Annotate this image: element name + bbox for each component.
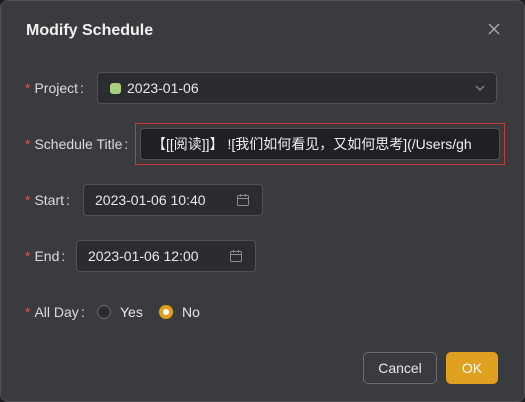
project-value: 2023-01-06 (127, 80, 199, 96)
required-mark: * (25, 136, 31, 152)
end-row: * End: 2023-01-06 12:00 (1, 240, 524, 272)
project-color-dot (110, 82, 121, 94)
all-day-yes-label: Yes (120, 304, 143, 320)
start-row: * Start: 2023-01-06 10:40 (1, 184, 524, 216)
schedule-title-label: * Schedule Title: (25, 136, 129, 152)
start-value: 2023-01-06 10:40 (95, 192, 206, 208)
schedule-title-highlight: 【[[阅读]]】 ![我们如何看见，又如何思考](/Users/gh (135, 123, 505, 165)
schedule-title-value: 【[[阅读]]】 ![我们如何看见，又如何思考](/Users/gh (152, 136, 472, 152)
modify-schedule-dialog: Modify Schedule * Project: 2023-01-06 * … (0, 0, 525, 402)
radio-unchecked (97, 305, 111, 319)
all-day-yes-radio[interactable]: Yes (97, 296, 143, 328)
end-label: * End: (25, 248, 66, 264)
project-label: * Project: (25, 80, 84, 96)
all-day-label-text: All Day (34, 304, 79, 320)
calendar-icon (230, 250, 242, 262)
required-mark: * (25, 304, 31, 320)
radio-checked (159, 305, 173, 319)
all-day-label: * All Day: (25, 304, 85, 320)
project-row: * Project: 2023-01-06 (1, 72, 524, 104)
all-day-row: * All Day: Yes No (1, 296, 524, 328)
all-day-no-label: No (182, 304, 200, 320)
project-select[interactable]: 2023-01-06 (97, 72, 497, 104)
close-icon (488, 23, 500, 35)
schedule-title-label-text: Schedule Title (34, 136, 123, 152)
dialog-title: Modify Schedule (26, 22, 154, 39)
close-button[interactable] (483, 18, 505, 40)
all-day-no-radio[interactable]: No (159, 296, 200, 328)
required-mark: * (25, 80, 31, 96)
start-label: * Start: (25, 192, 70, 208)
end-datetime-picker[interactable]: 2023-01-06 12:00 (76, 240, 256, 272)
required-mark: * (25, 248, 31, 264)
project-label-text: Project (34, 80, 79, 96)
start-label-text: Start (34, 192, 65, 208)
cancel-button[interactable]: Cancel (363, 352, 437, 384)
end-value: 2023-01-06 12:00 (88, 248, 199, 264)
end-label-text: End (34, 248, 60, 264)
chevron-down-icon (475, 85, 485, 91)
schedule-title-row: * Schedule Title: 【[[阅读]]】 ![我们如何看见，又如何思… (1, 123, 524, 165)
required-mark: * (25, 192, 31, 208)
calendar-icon (237, 194, 249, 206)
ok-button[interactable]: OK (446, 352, 498, 384)
schedule-title-input[interactable]: 【[[阅读]]】 ![我们如何看见，又如何思考](/Users/gh (140, 128, 500, 160)
start-datetime-picker[interactable]: 2023-01-06 10:40 (83, 184, 263, 216)
